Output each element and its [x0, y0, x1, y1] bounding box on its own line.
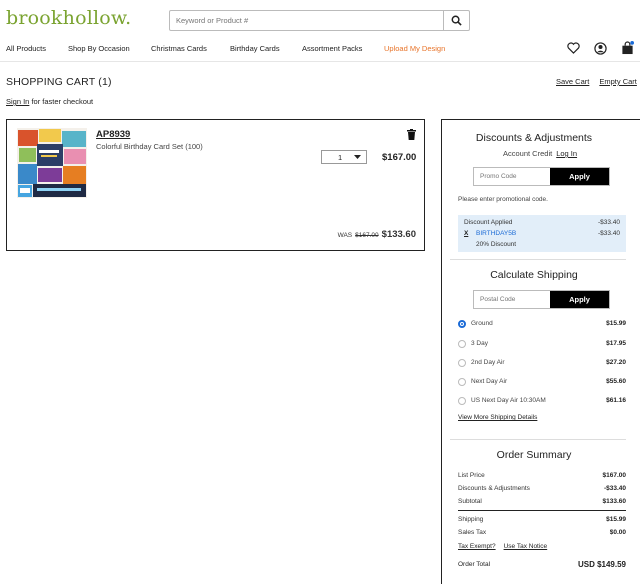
coupon-amount: -$33.40 [597, 230, 620, 237]
product-sku-link[interactable]: AP8939 [96, 129, 130, 140]
summary-value: -$33.40 [603, 485, 626, 492]
shipping-option-price: $55.60 [606, 378, 626, 385]
nav-upload-my-design[interactable]: Upload My Design [384, 44, 445, 53]
nav-shop-by-occasion[interactable]: Shop By Occasion [68, 44, 151, 53]
search-input[interactable] [170, 11, 443, 30]
nav-all-products[interactable]: All Products [6, 44, 68, 53]
coupon-code: BIRTHDAY5B [476, 230, 517, 237]
radio[interactable] [458, 378, 466, 386]
order-total: Order Total USD $149.59 [458, 560, 626, 569]
wishlist-heart-icon[interactable] [567, 42, 580, 54]
discount-applied-label: Discount Applied [464, 219, 513, 226]
apply-promo-button[interactable]: Apply [550, 168, 609, 185]
order-total-value: USD $149.59 [577, 560, 626, 569]
product-description: Colorful Birthday Card Set (100) [96, 142, 203, 151]
signin-suffix: for faster checkout [29, 97, 94, 106]
section-divider [450, 259, 626, 260]
search-bar [169, 10, 470, 31]
header-icons [553, 41, 634, 55]
tax-exempt-link[interactable]: Tax Exempt? [458, 543, 496, 550]
shipping-option-label: Next Day Air [471, 378, 508, 385]
save-cart-link[interactable]: Save Cart [556, 77, 589, 86]
account-credit-line: Account Credit Log In [503, 149, 577, 158]
shipping-option-price: $61.16 [606, 397, 626, 404]
postal-form: Apply [473, 290, 610, 309]
tax-links: Tax Exempt? Use Tax Notice [458, 543, 555, 550]
was-price: $167.00 [355, 232, 379, 239]
chevron-down-icon [354, 154, 361, 159]
shipping-option-price: $15.99 [606, 320, 626, 327]
brand-logo[interactable]: brookhollow. [6, 7, 131, 29]
summary-label: Sales Tax [458, 529, 487, 536]
shipping-option-label: US Next Day Air 10:30AM [471, 397, 546, 404]
summary-list-price: List Price $167.00 [458, 472, 626, 479]
search-button[interactable] [443, 11, 469, 30]
summary-shipping: Shipping $15.99 [458, 516, 626, 523]
subtotal-rule [458, 510, 626, 511]
discounts-title: Discounts & Adjustments [475, 132, 593, 144]
view-more-shipping-link[interactable]: View More Shipping Details [458, 414, 537, 421]
postal-code-input[interactable] [474, 291, 550, 308]
remove-coupon-button[interactable]: X [464, 230, 468, 237]
summary-value: $0.00 [609, 529, 626, 536]
use-tax-notice-link[interactable]: Use Tax Notice [504, 543, 548, 550]
radio-selected[interactable] [458, 320, 466, 328]
login-link[interactable]: Log In [556, 149, 577, 158]
nav-birthday-cards[interactable]: Birthday Cards [230, 44, 302, 53]
summary-sales-tax: Sales Tax $0.00 [458, 529, 626, 536]
shipping-option-price: $17.95 [606, 340, 626, 347]
shipping-option-label: 2nd Day Air [471, 359, 505, 366]
discount-applied-box: Discount Applied -$33.40 X BIRTHDAY5B -$… [458, 215, 626, 252]
price-comparison: WAS $167.00 $133.60 [338, 229, 416, 240]
coupon-description: 20% Discount [476, 241, 517, 248]
summary-label: List Price [458, 472, 485, 479]
discounted-price: $133.60 [381, 229, 416, 240]
nav-christmas-cards[interactable]: Christmas Cards [151, 44, 230, 53]
remove-item-button[interactable] [407, 127, 416, 145]
header-divider [0, 61, 640, 62]
page-title: SHOPPING CART (1) [6, 76, 112, 88]
signin-prompt: Sign In for faster checkout [6, 97, 93, 106]
signin-link[interactable]: Sign In [6, 97, 29, 106]
was-label: WAS [337, 232, 353, 239]
checkout-sidebar: Discounts & Adjustments Account Credit Lo… [441, 119, 640, 584]
quantity-select[interactable]: 1 [321, 150, 367, 164]
cart-item: AP8939 Colorful Birthday Card Set (100) … [6, 119, 425, 251]
radio[interactable] [458, 397, 466, 405]
shipping-title: Calculate Shipping [490, 269, 578, 281]
discount-applied-amount: -$33.40 [597, 219, 620, 226]
promo-form: Apply [473, 167, 610, 186]
cart-actions: Save Cart Empty Cart [556, 77, 640, 86]
radio[interactable] [458, 340, 466, 348]
shipping-option-label: Ground [471, 320, 493, 327]
summary-label: Shipping [458, 516, 484, 523]
product-thumbnail[interactable] [17, 128, 87, 198]
summary-label: Subtotal [458, 498, 482, 505]
promo-hint: Please enter promotional code. [458, 196, 548, 203]
section-divider [450, 439, 626, 440]
shopping-bag-icon[interactable] [621, 41, 634, 55]
radio[interactable] [458, 359, 466, 367]
shipping-option-label: 3 Day [471, 340, 488, 347]
apply-postal-button[interactable]: Apply [550, 291, 609, 308]
summary-value: $167.00 [602, 472, 627, 479]
summary-value: $15.99 [606, 516, 626, 523]
order-total-label: Order Total [458, 561, 491, 568]
quantity-value: 1 [338, 152, 343, 162]
summary-subtotal: Subtotal $133.60 [458, 498, 626, 505]
main-nav: All Products Shop By Occasion Christmas … [6, 44, 445, 53]
item-price: $167.00 [382, 152, 417, 163]
shipping-option-price: $27.20 [606, 359, 626, 366]
order-summary-title: Order Summary [496, 449, 572, 461]
account-credit-label: Account Credit [503, 149, 553, 158]
account-user-icon[interactable] [594, 41, 607, 55]
search-icon [451, 15, 462, 26]
summary-discounts: Discounts & Adjustments -$33.40 [458, 485, 626, 492]
trash-icon [407, 129, 416, 140]
summary-label: Discounts & Adjustments [458, 485, 530, 492]
summary-value: $133.60 [602, 498, 627, 505]
nav-assortment-packs[interactable]: Assortment Packs [302, 44, 384, 53]
promo-code-input[interactable] [474, 168, 550, 185]
empty-cart-link[interactable]: Empty Cart [599, 77, 637, 86]
